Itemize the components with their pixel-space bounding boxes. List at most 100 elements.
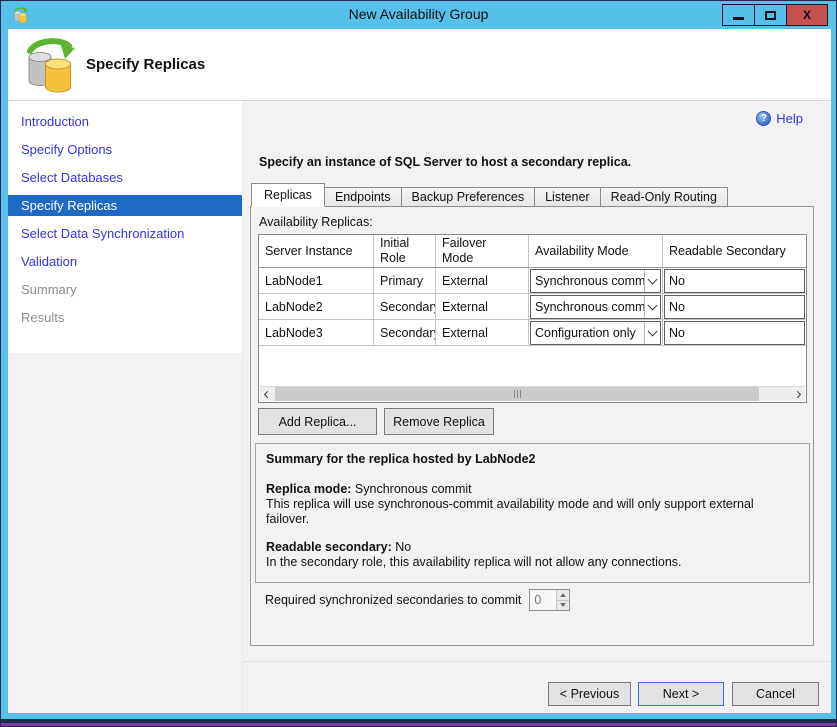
sidebar-item-validation[interactable]: Validation — [8, 251, 242, 272]
column-header-availability-mode: Availability Mode — [529, 235, 663, 267]
window-title: New Availability Group — [1, 6, 836, 22]
availability-mode-select[interactable]: Synchronous commit — [530, 295, 661, 319]
close-icon: X — [803, 9, 811, 21]
table-row-labnode3[interactable]: LabNode3 Secondary External Configuratio… — [259, 320, 806, 346]
minimize-icon — [733, 17, 744, 20]
tab-endpoints[interactable]: Endpoints — [324, 187, 402, 207]
chevron-down-icon[interactable] — [644, 270, 660, 292]
wizard-header: Specify Replicas — [8, 29, 831, 101]
summary-title: Summary for the replica hosted by LabNod… — [266, 452, 799, 466]
column-header-server-instance: Server Instance — [259, 235, 374, 267]
maximize-icon — [765, 11, 776, 20]
readable-secondary-select[interactable]: No — [664, 269, 805, 293]
maximize-button[interactable] — [754, 4, 787, 26]
replica-mode-description: This replica will use synchronous-commit… — [266, 497, 799, 527]
scroll-left-icon — [264, 390, 271, 397]
cell-availability-mode: Synchronous commit — [529, 268, 663, 293]
spinner-up-icon — [560, 593, 566, 597]
replicas-tab-panel: Availability Replicas: Server Instance I… — [250, 206, 814, 646]
cell-failover-mode: External — [436, 294, 529, 319]
column-header-initial-role: Initial Role — [374, 235, 436, 267]
spinner-up-button[interactable] — [557, 590, 569, 601]
cell-server-instance: LabNode2 — [259, 294, 374, 319]
cell-initial-role: Secondary — [374, 294, 436, 319]
cell-availability-mode: Configuration only — [529, 320, 663, 345]
cancel-button[interactable]: Cancel — [732, 682, 819, 706]
column-header-failover-mode: Failover Mode — [436, 235, 529, 267]
cell-availability-mode: Synchronous commit — [529, 294, 663, 319]
sidebar-item-select-data-synchronization[interactable]: Select Data Synchronization — [8, 223, 242, 244]
readable-secondary-description: In the secondary role, this availability… — [266, 555, 799, 570]
cell-readable-secondary: No — [663, 268, 806, 293]
availability-mode-select[interactable]: Configuration only — [530, 321, 661, 345]
sidebar-item-specify-options[interactable]: Specify Options — [8, 139, 242, 160]
chevron-down-icon[interactable] — [644, 322, 660, 344]
readable-secondary-select[interactable]: No — [664, 321, 805, 345]
previous-button[interactable]: < Previous — [548, 682, 631, 706]
page-title: Specify Replicas — [86, 56, 205, 73]
window-controls: X — [723, 4, 828, 26]
add-replica-button[interactable]: Add Replica... — [258, 408, 377, 435]
tab-read-only-routing[interactable]: Read-Only Routing — [600, 187, 728, 207]
grid-horizontal-scrollbar — [260, 386, 805, 401]
tab-backup-preferences[interactable]: Backup Preferences — [401, 187, 536, 207]
replicas-grid: Server Instance Initial Role Failover Mo… — [258, 234, 807, 403]
column-header-readable-secondary: Readable Secondary — [663, 235, 806, 267]
table-row-labnode2[interactable]: LabNode2 Secondary External Synchronous … — [259, 294, 806, 320]
help-icon: ? — [756, 111, 771, 126]
wizard-steps-list: Introduction Specify Options Select Data… — [8, 101, 242, 353]
scroll-right-icon — [794, 390, 801, 397]
readable-secondary-select[interactable]: No — [664, 295, 805, 319]
spinner-down-icon — [560, 603, 566, 607]
cell-server-instance: LabNode1 — [259, 268, 374, 293]
window-border-bottom-purple — [1, 723, 836, 726]
titlebar: New Availability Group X — [1, 1, 836, 29]
cell-readable-secondary: No — [663, 294, 806, 319]
tabstrip: Replicas Endpoints Backup Preferences Li… — [252, 185, 728, 207]
scroll-left-button[interactable] — [260, 387, 275, 401]
sidebar-item-select-databases[interactable]: Select Databases — [8, 167, 242, 188]
spinner-value-input[interactable]: 0 — [530, 590, 556, 610]
dialog-surface: Specify Replicas Introduction Specify Op… — [8, 29, 831, 713]
help-label: Help — [776, 111, 803, 126]
tab-replicas[interactable]: Replicas — [251, 183, 325, 207]
instruction-text: Specify an instance of SQL Server to hos… — [259, 155, 631, 169]
database-replica-icon — [21, 37, 75, 93]
cell-failover-mode: External — [436, 320, 529, 345]
sidebar-item-summary: Summary — [8, 279, 242, 300]
wizard-content: ? Help Specify an instance of SQL Server… — [242, 101, 831, 713]
cell-server-instance: LabNode3 — [259, 320, 374, 345]
availability-replicas-label: Availability Replicas: — [259, 215, 373, 229]
gripper-icon — [513, 390, 522, 398]
help-link[interactable]: ? Help — [756, 111, 803, 126]
footer-separator — [243, 661, 831, 662]
commit-secondaries-row: Required synchronized secondaries to com… — [265, 589, 570, 611]
grid-header-row: Server Instance Initial Role Failover Mo… — [259, 235, 806, 268]
replica-summary-panel: Summary for the replica hosted by LabNod… — [255, 443, 810, 583]
close-button[interactable]: X — [786, 4, 828, 26]
sidebar-item-results: Results — [8, 307, 242, 328]
scrollbar-track[interactable] — [275, 387, 790, 401]
cell-initial-role: Primary — [374, 268, 436, 293]
commit-secondaries-label: Required synchronized secondaries to com… — [265, 593, 521, 607]
sidebar-item-introduction[interactable]: Introduction — [8, 111, 242, 132]
availability-mode-select[interactable]: Synchronous commit — [530, 269, 661, 293]
replica-mode-line: Replica mode: Synchronous commit — [266, 482, 799, 497]
next-button[interactable]: Next > — [638, 682, 724, 706]
new-availability-group-window: New Availability Group X Specify Replica… — [0, 0, 837, 727]
remove-replica-button[interactable]: Remove Replica — [384, 408, 494, 435]
commit-secondaries-spinner: 0 — [529, 589, 570, 611]
minimize-button[interactable] — [722, 4, 755, 26]
tab-listener[interactable]: Listener — [534, 187, 600, 207]
spinner-down-button[interactable] — [557, 601, 569, 611]
sidebar-item-specify-replicas[interactable]: Specify Replicas — [8, 195, 242, 216]
spinner-arrows — [556, 590, 569, 610]
table-row-labnode1[interactable]: LabNode1 Primary External Synchronous co… — [259, 268, 806, 294]
scroll-right-button[interactable] — [790, 387, 805, 401]
readable-secondary-line: Readable secondary: No — [266, 540, 799, 555]
wizard-steps-sidebar: Introduction Specify Options Select Data… — [8, 101, 242, 713]
cell-readable-secondary: No — [663, 320, 806, 345]
chevron-down-icon[interactable] — [644, 296, 660, 318]
scrollbar-thumb[interactable] — [275, 387, 759, 401]
cell-failover-mode: External — [436, 268, 529, 293]
